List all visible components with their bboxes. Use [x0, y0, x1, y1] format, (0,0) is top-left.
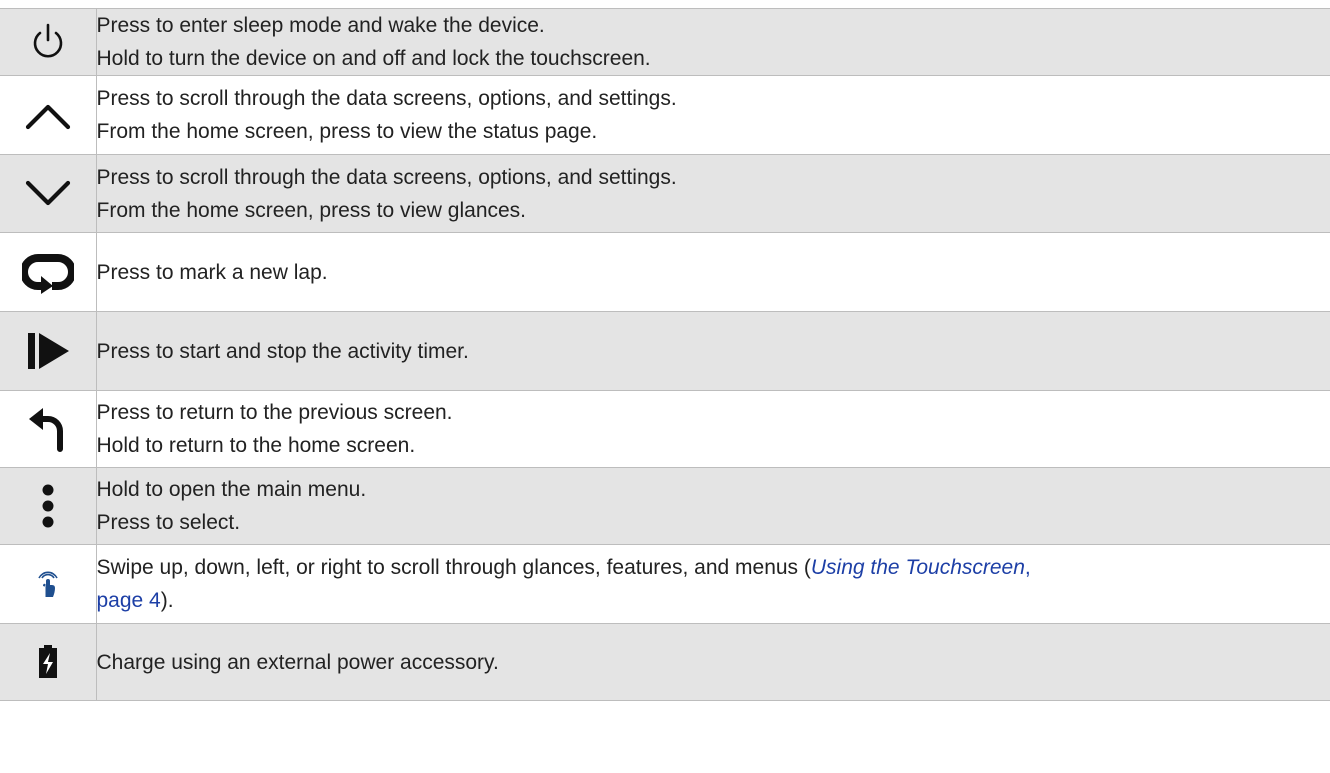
row-text: Swipe up, down, left, or right to scroll…: [96, 556, 811, 579]
row-text-line: Hold to return to the home screen.: [96, 434, 416, 457]
table-row: Press to return to the previous screen. …: [0, 390, 1330, 468]
link-separator: ,: [1024, 556, 1031, 579]
power-icon: [28, 22, 68, 62]
lap-icon: [19, 250, 76, 294]
row-text-line: Press to return to the previous screen.: [96, 401, 453, 424]
table-row: Press to enter sleep mode and wake the d…: [0, 8, 1330, 76]
menu-dots-icon: [40, 483, 56, 529]
back-icon: [26, 404, 70, 454]
row-text-line: Press to enter sleep mode and wake the d…: [96, 14, 545, 37]
table-row: Swipe up, down, left, or right to scroll…: [0, 544, 1330, 624]
swipe-touch-icon: [36, 570, 60, 598]
row-text-line: Press to select.: [96, 511, 241, 534]
charge-icon: [37, 645, 59, 679]
start-stop-icon: [23, 330, 73, 372]
table-row: Hold to open the main menu. Press to sel…: [0, 467, 1330, 545]
row-text-line: Charge using an external power accessory…: [96, 650, 499, 674]
keys-table-wrapper: Press to enter sleep mode and wake the d…: [0, 8, 1330, 701]
table-row: Press to start and stop the activity tim…: [0, 311, 1330, 391]
row-text-line: Press to scroll through the data screens…: [96, 87, 677, 110]
touchscreen-section-link[interactable]: Using the Touchscreen: [811, 556, 1025, 579]
table-row: Press to mark a new lap.: [0, 232, 1330, 312]
table-row: Press to scroll through the data screens…: [0, 75, 1330, 155]
table-row: Press to scroll through the data screens…: [0, 154, 1330, 233]
page-link[interactable]: page 4: [97, 589, 161, 612]
row-text-line: Press to scroll through the data screens…: [96, 165, 677, 189]
row-text-line: From the home screen, press to view glan…: [96, 198, 527, 222]
chevron-up-icon: [23, 98, 73, 132]
row-text-line: Press to start and stop the activity tim…: [96, 339, 469, 363]
row-text-line: From the home screen, press to view the …: [96, 120, 598, 143]
row-text-line: Hold to turn the device on and off and l…: [96, 47, 651, 70]
row-text-line: Press to mark a new lap.: [96, 260, 328, 284]
table-row: Charge using an external power accessory…: [0, 623, 1330, 701]
chevron-down-icon: [23, 177, 73, 211]
device-keys-table: Press to enter sleep mode and wake the d…: [0, 8, 1330, 701]
row-text-line: Hold to open the main menu.: [96, 478, 367, 501]
row-text: ).: [160, 589, 174, 612]
